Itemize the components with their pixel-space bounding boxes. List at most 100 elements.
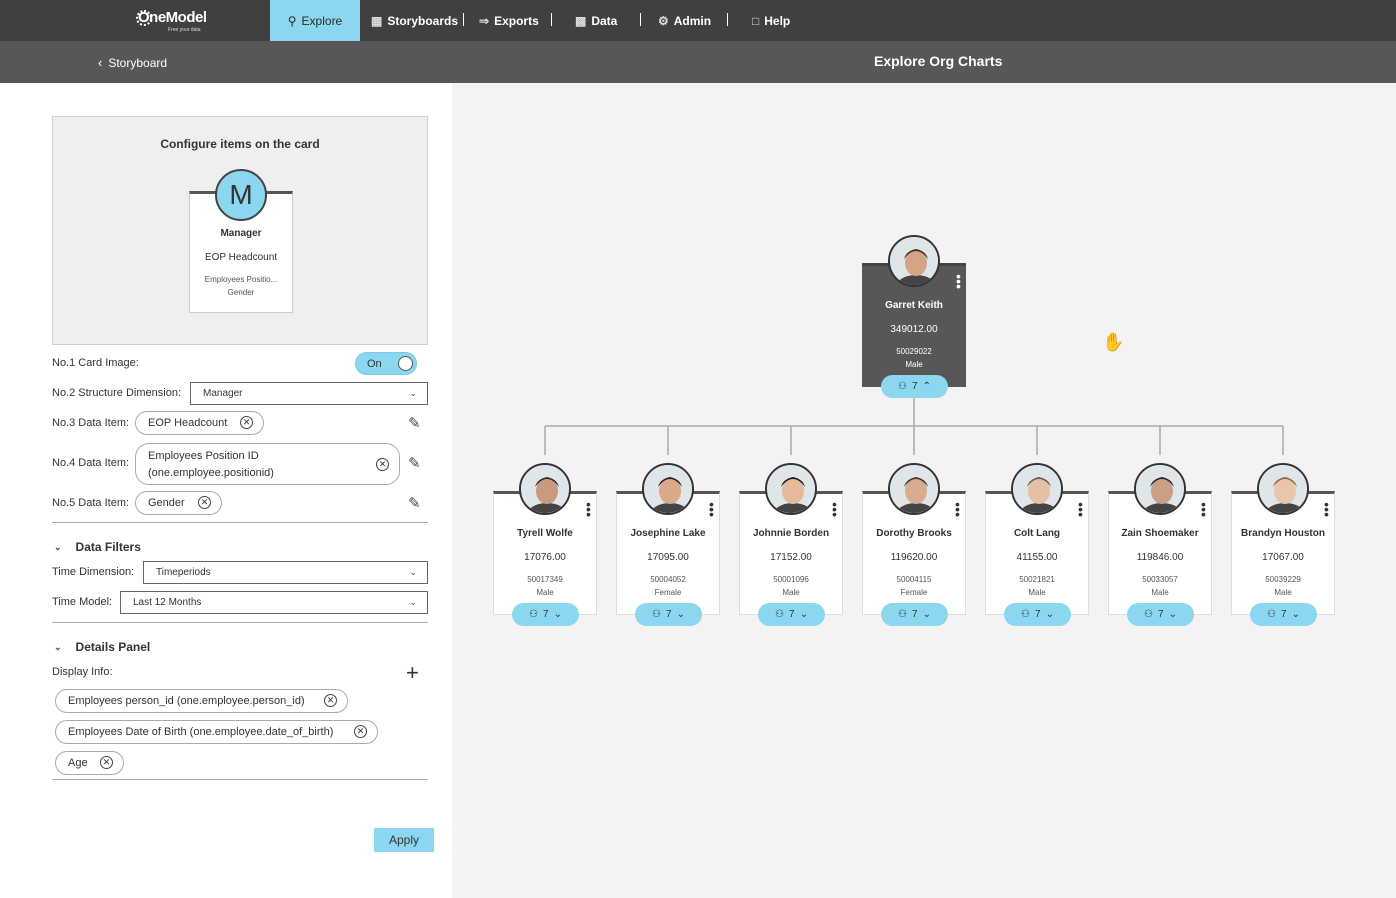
sub-header: ‹ Storyboard Explore Org Charts [0, 41, 1396, 83]
data-filters-header[interactable]: ⌄ Data Filters [54, 540, 141, 554]
chevron-up-icon: ⌃ [922, 381, 931, 392]
chevron-down-icon: ⌄ [409, 567, 417, 577]
expand-reports-button[interactable]: ⚇ 7 ⌄ [635, 603, 702, 626]
employee-avatar [1011, 463, 1063, 515]
storyboard-icon: ▦ [371, 13, 383, 28]
display-info-value: Employees person_id (one.employee.person… [68, 695, 305, 707]
more-options-icon[interactable]: • • • [955, 497, 960, 521]
employee-name: Brandyn Houston [1241, 528, 1325, 539]
expand-reports-button[interactable]: ⚇ 7 ⌄ [1127, 603, 1194, 626]
nav-explore-label: Explore [301, 13, 343, 28]
data-filters-heading: Data Filters [75, 540, 141, 554]
remove-icon[interactable]: ✕ [376, 458, 389, 471]
employee-position-id: 50017349 [527, 575, 563, 584]
remove-icon[interactable]: ✕ [324, 694, 337, 707]
onemodel-logo[interactable]: OneModel Free your data [136, 8, 207, 34]
display-info-label: Display Info: [52, 666, 113, 678]
nav-divider [551, 13, 552, 26]
preview-card-line3: Employees Positio... [204, 275, 278, 284]
people-icon: ⚇ [898, 609, 907, 620]
employee-gender: Female [654, 588, 682, 597]
employee-avatar [1134, 463, 1186, 515]
employee-name: Tyrell Wolfe [517, 528, 573, 539]
toggle-state: On [367, 358, 382, 370]
chevron-down-icon: ⌄ [54, 641, 62, 652]
add-icon[interactable]: + [406, 660, 419, 686]
more-options-icon[interactable]: • • • [1201, 497, 1206, 521]
employee-value: 17067.00 [1262, 552, 1304, 563]
chevron-down-icon: ⌄ [922, 609, 931, 620]
employee-gender: Male [536, 588, 554, 597]
more-options-icon[interactable]: • • • [586, 497, 591, 521]
nav-divider [463, 13, 464, 26]
structure-dimension-select[interactable]: Manager ⌄ [190, 382, 428, 405]
employee-name: Johnnie Borden [752, 528, 830, 539]
people-icon: ⚇ [652, 609, 661, 620]
people-icon: ⚇ [1144, 609, 1153, 620]
time-dimension-select[interactable]: Timeperiods ⌄ [143, 561, 428, 584]
employee-avatar [519, 463, 571, 515]
details-panel-header[interactable]: ⌄ Details Panel [54, 640, 150, 654]
preview-title: Configure items on the card [160, 137, 320, 151]
nav-exports[interactable]: ⇒ Exports [479, 0, 539, 41]
report-count: 7 [1281, 609, 1287, 620]
people-icon: ⚇ [529, 609, 538, 620]
edit-pencil-icon[interactable]: ✎ [408, 414, 421, 432]
chevron-down-icon: ⌄ [54, 541, 62, 552]
remove-icon[interactable]: ✕ [198, 496, 211, 509]
more-options-icon[interactable]: • • • [709, 497, 714, 521]
employee-position-id: 50004115 [896, 575, 932, 584]
employee-value: 119846.00 [1136, 552, 1184, 563]
divider [52, 779, 428, 780]
expand-reports-button[interactable]: ⚇ 7 ⌄ [1250, 603, 1317, 626]
pan-hand-icon: ✋ [1102, 332, 1125, 352]
chevron-down-icon: ⌄ [553, 609, 562, 620]
gear-icon: ⚙ [658, 13, 669, 28]
nav-divider [640, 13, 641, 26]
logo-tagline: Free your data [168, 27, 201, 33]
expand-reports-button[interactable]: ⚇ 7 ⌄ [512, 603, 579, 626]
more-options-icon[interactable]: • • • [832, 497, 837, 521]
card-image-toggle[interactable]: On [355, 352, 417, 375]
more-options-icon[interactable]: • • • [1324, 497, 1329, 521]
data-item-5-chip: Gender ✕ [135, 491, 222, 515]
preview-avatar: M [215, 169, 267, 221]
employee-name: Zain Shoemaker [1121, 528, 1199, 539]
nav-explore[interactable]: ⚲ Explore [270, 0, 360, 41]
employee-position-id: 50021821 [1019, 575, 1055, 584]
back-to-storyboard[interactable]: ‹ Storyboard [98, 55, 167, 70]
remove-icon[interactable]: ✕ [354, 725, 367, 738]
employee-value: 17152.00 [770, 552, 812, 563]
expand-reports-button[interactable]: ⚇ 7 ⌄ [1004, 603, 1071, 626]
employee-value: 17095.00 [647, 552, 689, 563]
people-icon: ⚇ [898, 381, 907, 392]
data-item-4-value: Employees Position ID (one.employee.posi… [148, 450, 274, 479]
data-item-4-label: No.4 Data Item: [52, 457, 130, 469]
expand-reports-button[interactable]: ⚇ 7 ⌄ [758, 603, 825, 626]
toggle-knob [398, 356, 413, 371]
nav-storyboards[interactable]: ▦ Storyboards [371, 0, 458, 41]
nav-data-label: Data [591, 13, 618, 28]
org-chart-canvas[interactable]: Garret Keith 349012.00 50029022 Male • • • ⚇ 7 ⌃ T… [452, 83, 1396, 898]
people-icon: ⚇ [1267, 609, 1276, 620]
expand-reports-button[interactable]: ⚇ 7 ⌄ [881, 603, 948, 626]
expand-reports-button[interactable]: ⚇ 7 ⌃ [881, 375, 948, 398]
employee-name: Colt Lang [1013, 528, 1061, 539]
remove-icon[interactable]: ✕ [100, 756, 113, 769]
export-icon: ⇒ [479, 13, 490, 28]
edit-pencil-icon[interactable]: ✎ [408, 494, 421, 512]
nav-data[interactable]: ▩ Data [575, 0, 617, 41]
logo-name: OneModel [138, 9, 207, 26]
card-preview: Configure items on the card Manager EOP … [52, 116, 428, 345]
employee-value: 17076.00 [524, 552, 566, 563]
more-options-icon[interactable]: • • • [956, 269, 961, 293]
more-options-icon[interactable]: • • • [1078, 497, 1083, 521]
nav-admin[interactable]: ⚙ Admin [658, 0, 711, 41]
nav-help[interactable]: □ Help [752, 0, 790, 41]
time-model-select[interactable]: Last 12 Months ⌄ [120, 591, 428, 614]
apply-button[interactable]: Apply [374, 828, 434, 852]
employee-gender: Male [1274, 588, 1292, 597]
employee-name: Dorothy Brooks [876, 528, 952, 539]
remove-icon[interactable]: ✕ [240, 416, 253, 429]
edit-pencil-icon[interactable]: ✎ [408, 454, 421, 472]
